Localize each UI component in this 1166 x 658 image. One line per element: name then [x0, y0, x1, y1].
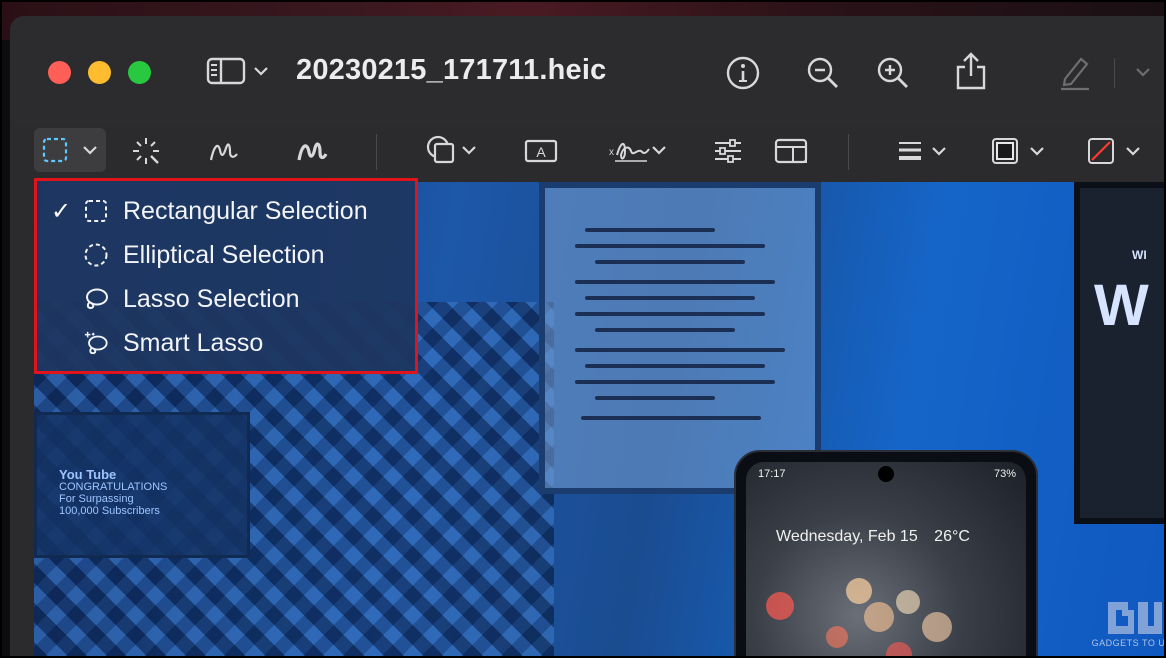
adjust-color-icon[interactable] [710, 134, 746, 168]
border-color-icon[interactable] [988, 134, 1050, 168]
close-button[interactable] [48, 61, 71, 84]
plaque-line: CONGRATULATIONS [59, 481, 168, 493]
zoom-out-icon[interactable] [804, 54, 842, 92]
certificate-frame [539, 182, 821, 494]
markup-toolbar: A x [10, 126, 1166, 182]
fill-color-icon[interactable] [1084, 134, 1146, 168]
phone-date: Wednesday, Feb 15 [776, 528, 918, 545]
phone-date-weather: Wednesday, Feb 15 26°C [776, 528, 970, 546]
toolbar-divider [1114, 58, 1115, 88]
plaque-text: You Tube CONGRATULATIONS For Surpassing … [59, 467, 168, 517]
frame-text-small: WI [1132, 248, 1147, 262]
menu-item-lasso-selection[interactable]: Lasso Selection [37, 277, 415, 321]
document-title: 20230215_171711.heic [296, 54, 607, 86]
checkmark-icon: ✓ [51, 197, 72, 225]
markup-pen-icon[interactable] [1056, 52, 1094, 92]
shapes-icon[interactable] [422, 132, 482, 170]
frame-text-large: W [1094, 273, 1149, 338]
sign-icon[interactable]: x [606, 132, 674, 170]
smartphone: 17:17 73% Wednesday, Feb 15 26°C [734, 450, 1038, 658]
watermark: GADGETS TO USE [1090, 596, 1166, 656]
info-icon[interactable] [724, 54, 762, 92]
svg-text:x: x [609, 147, 614, 158]
plaque-title: You Tube [59, 467, 117, 482]
adjust-size-icon[interactable] [772, 134, 810, 168]
toolbar-divider [376, 134, 377, 170]
phone-temperature: 26°C [934, 528, 970, 545]
menu-item-smart-lasso[interactable]: Smart Lasso [37, 321, 415, 365]
toolbar-divider [848, 134, 849, 170]
text-box-icon[interactable]: A [522, 134, 560, 168]
chevron-down-icon[interactable] [1134, 64, 1152, 80]
wall-frame [1074, 182, 1166, 524]
draw-icon[interactable] [294, 134, 330, 168]
menu-item-label: Lasso Selection [123, 284, 300, 313]
sidebar-icon[interactable] [204, 56, 248, 86]
title-bar: 20230215_171711.heic [10, 16, 1166, 126]
menu-item-rectangular-selection[interactable]: ✓ Rectangular Selection [37, 189, 415, 233]
sketch-icon[interactable] [206, 134, 242, 168]
chevron-down-icon[interactable] [252, 62, 270, 80]
phone-screen: 17:17 73% Wednesday, Feb 15 26°C [746, 462, 1026, 658]
menu-item-elliptical-selection[interactable]: Elliptical Selection [37, 233, 415, 277]
ellipse-selection-icon [83, 242, 109, 268]
lasso-icon [83, 286, 109, 312]
selection-tool-icon[interactable] [34, 128, 106, 172]
plaque-line: 100,000 Subscribers [59, 505, 160, 517]
zoom-button[interactable] [128, 61, 151, 84]
menu-item-label: Elliptical Selection [123, 240, 325, 269]
minimize-button[interactable] [88, 61, 111, 84]
camera-notch [878, 466, 894, 482]
watermark-logo [1108, 602, 1162, 634]
plaque-line: For Surpassing [59, 493, 134, 505]
zoom-in-icon[interactable] [874, 54, 912, 92]
menu-item-label: Rectangular Selection [123, 196, 368, 225]
smart-lasso-icon [83, 330, 109, 356]
rectangle-selection-icon [83, 198, 109, 224]
phone-battery: 73% [993, 468, 1016, 480]
share-icon[interactable] [952, 50, 990, 92]
svg-text:A: A [536, 144, 546, 160]
award-plaque: You Tube CONGRATULATIONS For Surpassing … [34, 412, 250, 558]
watermark-text: GADGETS TO USE [1091, 638, 1166, 648]
selection-tool-menu: ✓ Rectangular Selection Elliptical Selec… [34, 178, 418, 374]
phone-time: 17:17 [758, 468, 786, 480]
instant-alpha-icon[interactable] [128, 134, 164, 168]
shape-style-icon[interactable] [894, 134, 954, 168]
menu-item-label: Smart Lasso [123, 328, 264, 357]
